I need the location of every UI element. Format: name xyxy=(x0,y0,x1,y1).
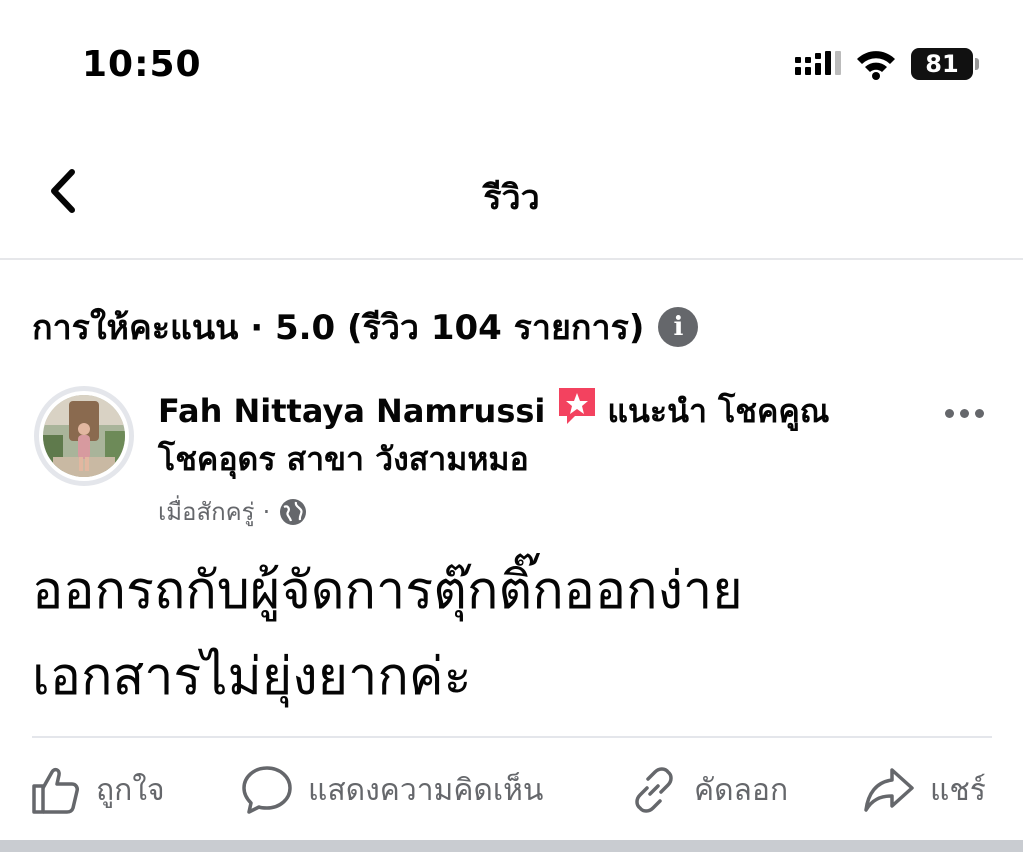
review-text: ออกรถกับผู้จัดการตุ๊กติ๊กออกง่าย เอกสารไ… xyxy=(32,548,992,720)
recommends-label: แนะนำ xyxy=(607,392,707,430)
review-meta: เมื่อสักครู่ · xyxy=(158,492,308,531)
thumbs-up-icon xyxy=(32,767,79,814)
copy-label: คัดลอก xyxy=(694,772,789,808)
more-options-button[interactable] xyxy=(939,398,989,428)
cellular-signal-icon xyxy=(795,51,841,75)
copy-button[interactable]: คัดลอก xyxy=(628,760,788,820)
recommend-icon xyxy=(559,388,596,424)
status-icons: 81 xyxy=(795,48,979,80)
globe-icon xyxy=(280,498,307,525)
like-label: ถูกใจ xyxy=(96,772,165,808)
nav-bar: รีวิว xyxy=(0,130,1023,260)
review-timestamp[interactable]: เมื่อสักครู่ xyxy=(158,492,255,531)
share-label: แชร์ xyxy=(930,772,986,808)
more-dot-icon xyxy=(944,408,954,418)
avatar-photo xyxy=(43,395,125,477)
more-dot-icon xyxy=(974,408,984,418)
battery-level: 81 xyxy=(925,50,959,78)
review-text-line: ออกรถกับผู้จัดการตุ๊กติ๊กออกง่าย xyxy=(32,561,743,621)
rating-summary-text: การให้คะแนน · 5.0 (รีวิว 104 รายการ) xyxy=(32,308,645,348)
info-icon[interactable]: i xyxy=(658,307,699,347)
share-button[interactable]: แชร์ xyxy=(862,760,986,820)
comment-label: แสดงความคิดเห็น xyxy=(308,772,544,808)
comment-button[interactable]: แสดงความคิดเห็น xyxy=(240,760,543,820)
link-icon xyxy=(635,767,673,813)
rating-summary: การให้คะแนน · 5.0 (รีวิว 104 รายการ) i xyxy=(32,300,699,354)
review-header: Fah Nittaya Namrussi แนะนำ โชคคูณ โชคอุดร… xyxy=(158,384,898,483)
wifi-icon xyxy=(857,51,895,80)
meta-separator: · xyxy=(262,497,271,526)
share-icon xyxy=(864,768,914,812)
avatar[interactable] xyxy=(34,386,134,486)
comment-icon xyxy=(242,766,292,814)
review-text-line: เอกสารไม่ยุ่งยากค่ะ xyxy=(32,647,472,707)
action-bar: ถูกใจ แสดงความคิดเห็น คัดลอก แชร์ xyxy=(0,760,1023,820)
page-title: รีวิว xyxy=(483,178,540,218)
status-time: 10:50 xyxy=(82,44,202,85)
more-dot-icon xyxy=(959,408,969,418)
divider xyxy=(32,736,992,738)
bottom-separator xyxy=(0,840,1023,852)
like-button[interactable]: ถูกใจ xyxy=(30,760,165,820)
author-name[interactable]: Fah Nittaya Namrussi xyxy=(158,392,545,430)
status-bar: 10:50 81 xyxy=(0,0,1023,120)
battery-indicator: 81 xyxy=(911,48,979,80)
